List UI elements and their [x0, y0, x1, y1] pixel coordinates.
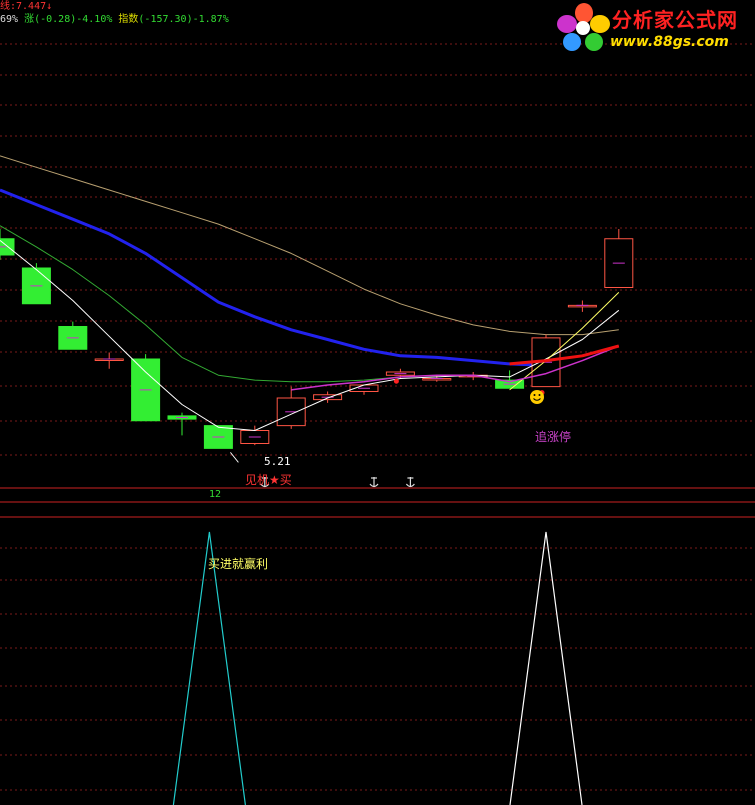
header-change: 涨(-0.28)-4.10%: [24, 14, 113, 25]
logo-name: 分析家公式网: [612, 8, 738, 32]
ma-line-tan: [0, 155, 619, 336]
ma-line-green: [0, 225, 401, 383]
header-line-2: 69% 涨(-0.28)-4.10% 指数(-157.30)-1.87%: [0, 13, 229, 26]
count-label: 12: [209, 489, 222, 500]
indicator-peak-1: [509, 531, 583, 805]
ma-line-magenta: [291, 345, 620, 391]
smiley-part-0: [530, 390, 544, 404]
anchor-icon: [369, 477, 379, 488]
flower-logo-icon: [557, 3, 610, 51]
header-line-1: 线:7.447↓: [0, 0, 52, 13]
low-price-label: 5.21: [264, 455, 291, 468]
buy-signal-label: 见机★买: [245, 473, 292, 487]
smiley-part-2: [538, 394, 541, 396]
stock-chart: [0, 43, 755, 805]
indicator-peak-0: [172, 531, 246, 805]
header-ma-value: 线:7.447↓: [0, 1, 53, 12]
site-logo: 分析家公式网 www.88gs.com: [556, 2, 755, 54]
ma-line-yellow: [509, 292, 620, 391]
smiley-part-1: [533, 394, 536, 396]
logo-url: www.88gs.com: [610, 34, 729, 50]
anchor-icon: [405, 477, 415, 488]
buy-profit-label: 买进就赢利: [208, 557, 269, 571]
header-pct: 69%: [0, 14, 19, 25]
smiley-icon: [530, 390, 544, 404]
low-pointer-line: [230, 452, 239, 463]
signal-dot-0: [393, 378, 399, 384]
chase-limit-up-label: 追涨停: [535, 430, 572, 444]
header-index: (-157.30)-1.87%: [138, 14, 229, 25]
header-index-label: 指数: [118, 14, 139, 25]
